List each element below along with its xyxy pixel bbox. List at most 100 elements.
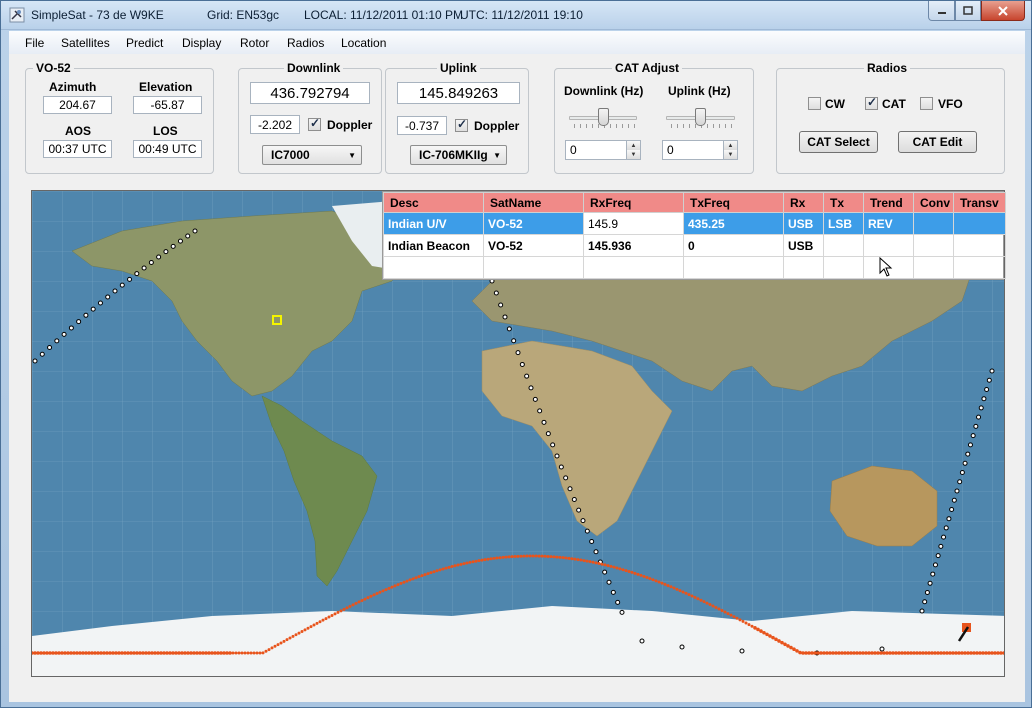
column-header[interactable]: RxFreq	[583, 192, 684, 213]
table-cell[interactable]	[863, 234, 914, 257]
table-cell[interactable]	[483, 256, 584, 279]
menu-file[interactable]: File	[25, 36, 44, 50]
uplink-adjust-value: 0	[667, 143, 674, 157]
cw-label: CW	[825, 97, 845, 111]
downlink-title: Downlink	[284, 61, 344, 75]
table-cell[interactable]	[823, 256, 864, 279]
table-cell[interactable]: USB	[783, 212, 824, 235]
table-cell[interactable]: VO-52	[483, 234, 584, 257]
menu-predict[interactable]: Predict	[126, 36, 163, 50]
uplink-radio-select[interactable]: IC-706MKIIg ▼	[410, 145, 507, 165]
dropdown-arrow-icon: ▼	[493, 151, 501, 160]
table-row[interactable]: Indian Beacon VO-52 145.936 0 USB	[383, 234, 1006, 257]
cat-select-button[interactable]: CAT Select	[799, 131, 878, 153]
los-label: LOS	[153, 124, 178, 138]
los-value: 00:49 UTC	[133, 140, 202, 158]
cat-checkbox[interactable]	[865, 95, 878, 110]
uplink-frequency: 145.849263	[397, 82, 520, 104]
column-header[interactable]: Desc	[383, 192, 484, 213]
client-area: VO-52 Azimuth 204.67 Elevation -65.87 AO…	[9, 54, 1025, 702]
column-header[interactable]: Transv	[953, 192, 1006, 213]
column-header[interactable]: Trend	[863, 192, 914, 213]
table-cell[interactable]	[683, 256, 784, 279]
close-icon	[998, 5, 1008, 16]
table-cell[interactable]: 0	[683, 234, 784, 257]
menu-radios[interactable]: Radios	[287, 36, 324, 50]
downlink-group: Downlink 436.792794 -2.202 Doppler IC700…	[238, 61, 382, 174]
downlink-adjust-value: 0	[570, 143, 577, 157]
table-cell[interactable]	[913, 212, 954, 235]
satellite-name: VO-52	[33, 61, 74, 75]
uplink-title: Uplink	[437, 61, 480, 75]
downlink-slider-thumb[interactable]	[597, 108, 609, 126]
table-cell[interactable]: 435.25	[683, 212, 784, 235]
table-cell[interactable]	[953, 212, 1006, 235]
uplink-adjust-input[interactable]: 0 ▲ ▼	[662, 140, 738, 160]
table-cell[interactable]	[823, 234, 864, 257]
spin-down-icon[interactable]: ▼	[723, 150, 737, 159]
app-window: SimpleSat - 73 de W9KE Grid: EN53gc LOCA…	[0, 0, 1032, 708]
rxfreq-edit-cell[interactable]: 145.9	[583, 212, 684, 235]
aos-label: AOS	[65, 124, 92, 138]
utc-time: UTC: 11/12/2011 19:10	[460, 8, 583, 22]
satellite-info-group: VO-52 Azimuth 204.67 Elevation -65.87 AO…	[25, 61, 214, 174]
column-header[interactable]: Rx	[783, 192, 824, 213]
app-title: SimpleSat - 73 de W9KE	[31, 8, 164, 22]
uplink-slider-thumb[interactable]	[695, 108, 706, 126]
uplink-doppler-checkbox[interactable]	[455, 117, 468, 132]
table-cell[interactable]: LSB	[823, 212, 864, 235]
table-header-row: Desc SatName RxFreq TxFreq Rx Tx Trend C…	[383, 192, 1006, 213]
table-cell[interactable]: Indian Beacon	[383, 234, 484, 257]
spin-up-icon[interactable]: ▲	[723, 141, 737, 150]
cw-checkbox[interactable]	[808, 97, 821, 110]
table-cell[interactable]	[383, 256, 484, 279]
table-cell[interactable]: REV	[863, 212, 914, 235]
table-cell[interactable]	[913, 256, 954, 279]
table-row[interactable]	[383, 256, 1006, 279]
column-header[interactable]: TxFreq	[683, 192, 784, 213]
grid-locator: Grid: EN53gc	[207, 8, 280, 22]
menu-rotor[interactable]: Rotor	[240, 36, 269, 50]
maximize-button[interactable]	[955, 1, 981, 21]
azimuth-label: Azimuth	[49, 80, 97, 94]
cat-label: CAT	[882, 97, 906, 111]
cat-adjust-title: CAT Adjust	[612, 61, 682, 75]
azimuth-value: 204.67	[43, 96, 112, 114]
cat-adjust-group: CAT Adjust Downlink (Hz) Uplink (Hz) 0 ▲…	[554, 61, 754, 174]
close-button[interactable]	[981, 1, 1025, 21]
table-cell[interactable]: USB	[783, 234, 824, 257]
table-row[interactable]: Indian U/V VO-52 145.9 435.25 USB LSB RE…	[383, 212, 1006, 235]
radios-title: Radios	[864, 61, 911, 75]
column-header[interactable]: SatName	[483, 192, 584, 213]
menu-bar: File Satellites Predict Display Rotor Ra…	[9, 31, 1025, 54]
minimize-button[interactable]	[928, 1, 955, 21]
table-cell[interactable]	[783, 256, 824, 279]
cat-edit-button[interactable]: CAT Edit	[898, 131, 977, 153]
frequency-grid[interactable]: Desc SatName RxFreq TxFreq Rx Tx Trend C…	[382, 191, 1006, 280]
table-cell[interactable]: Indian U/V	[383, 212, 484, 235]
menu-location[interactable]: Location	[341, 36, 386, 50]
spin-down-icon[interactable]: ▼	[626, 150, 640, 159]
vfo-label: VFO	[938, 97, 963, 111]
satellite-app-icon	[9, 7, 25, 23]
elevation-label: Elevation	[139, 80, 193, 94]
downlink-adjust-input[interactable]: 0 ▲ ▼	[565, 140, 641, 160]
vfo-checkbox[interactable]	[920, 97, 933, 110]
downlink-frequency: 436.792794	[250, 82, 370, 104]
table-cell[interactable]	[953, 234, 1006, 257]
downlink-doppler-checkbox[interactable]	[308, 116, 321, 131]
title-bar[interactable]: SimpleSat - 73 de W9KE Grid: EN53gc LOCA…	[1, 1, 1031, 30]
table-cell[interactable]: VO-52	[483, 212, 584, 235]
menu-display[interactable]: Display	[182, 36, 221, 50]
table-cell[interactable]	[913, 234, 954, 257]
downlink-doppler-value: -2.202	[250, 115, 300, 134]
table-cell[interactable]: 145.936	[583, 234, 684, 257]
column-header[interactable]: Conv	[913, 192, 954, 213]
spin-up-icon[interactable]: ▲	[626, 141, 640, 150]
frequency-table: Desc SatName RxFreq TxFreq Rx Tx Trend C…	[383, 192, 1006, 279]
menu-satellites[interactable]: Satellites	[61, 36, 110, 50]
table-cell[interactable]	[953, 256, 1006, 279]
column-header[interactable]: Tx	[823, 192, 864, 213]
downlink-radio-select[interactable]: IC7000 ▼	[262, 145, 362, 165]
table-cell[interactable]	[583, 256, 684, 279]
